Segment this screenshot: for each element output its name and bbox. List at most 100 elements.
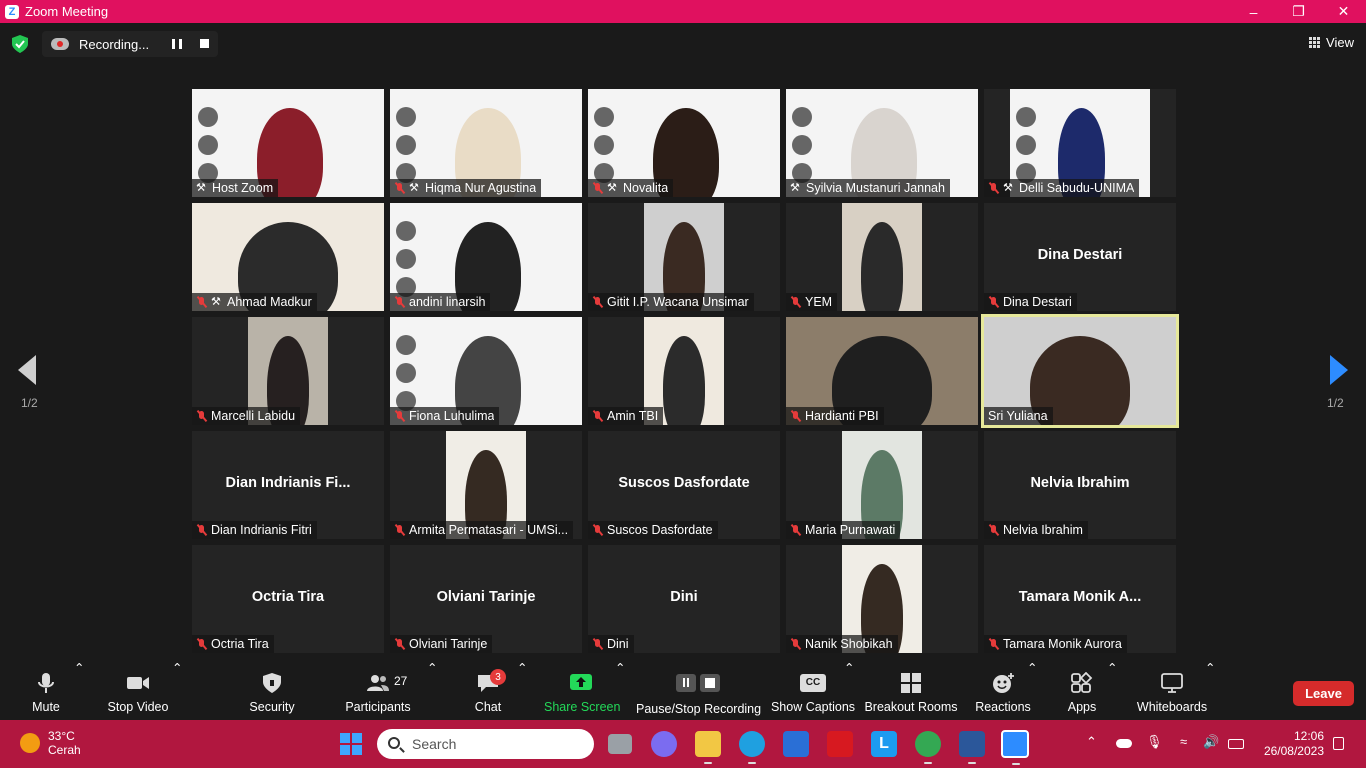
next-page-arrow-icon[interactable]	[1330, 355, 1348, 385]
view-button[interactable]: View	[1309, 35, 1354, 50]
mute-button[interactable]: Mute	[22, 660, 70, 720]
participant-name-bar: Gitit I.P. Wacana Unsimar	[588, 293, 754, 311]
participant-tile[interactable]: Olviani Tarinje Olviani Tarinje	[390, 545, 582, 653]
participant-tile[interactable]: Octria Tira Octria Tira	[192, 545, 384, 653]
muted-microphone-icon	[790, 410, 802, 422]
show-hidden-icons-chevron-icon[interactable]: ⌃	[1086, 734, 1097, 750]
stop-video-button[interactable]: Stop Video	[104, 660, 172, 720]
apps-button[interactable]: Apps	[1062, 660, 1102, 720]
security-shield-icon[interactable]	[12, 35, 28, 53]
participant-display-name: Nelvia Ibrahim	[1030, 475, 1130, 491]
microphone-tray-icon[interactable]: 🎙	[1146, 734, 1163, 750]
participants-button[interactable]: 27 Participants	[343, 660, 413, 720]
participant-name-bar: Amin TBI	[588, 407, 664, 425]
participant-tile[interactable]: Amin TBI	[588, 317, 780, 425]
leave-button[interactable]: Leave	[1293, 681, 1354, 706]
participant-tile[interactable]: ⚒ Host Zoom	[192, 89, 384, 197]
participant-tile[interactable]: Armita Permatasari - UMSi...	[390, 431, 582, 539]
taskbar-search-input[interactable]: Search	[377, 729, 594, 759]
breakout-rooms-button[interactable]: Breakout Rooms	[864, 660, 958, 720]
close-button[interactable]: ✕	[1321, 0, 1366, 23]
chat-options-caret[interactable]: ⌃	[517, 660, 527, 720]
weather-widget[interactable]: 33°C Cerah	[20, 729, 81, 757]
system-clock[interactable]: 12:06 26/08/2023	[1260, 729, 1324, 759]
participants-options-caret[interactable]: ⌃	[427, 660, 437, 720]
participant-tile[interactable]: Hardianti PBI	[786, 317, 978, 425]
participant-tile[interactable]: YEM	[786, 203, 978, 311]
edge-browser-icon[interactable]	[739, 731, 765, 764]
muted-microphone-icon	[196, 410, 208, 422]
windows-taskbar: 33°C Cerah Search L ⌃ 🎙 ≈ 🔊 12:06 26/08/…	[0, 720, 1366, 768]
participant-tile[interactable]: Dian Indrianis Fi... Dian Indrianis Fitri	[192, 431, 384, 539]
audio-options-caret[interactable]: ⌃	[74, 660, 84, 720]
minimize-button[interactable]: –	[1231, 0, 1276, 23]
chat-button[interactable]: Chat	[466, 660, 510, 720]
microsoft-store-icon[interactable]	[783, 731, 809, 757]
windows-start-icon[interactable]	[340, 733, 362, 755]
participant-display-name: Olviani Tarinje	[436, 589, 536, 605]
participant-name: Delli Sabudu-UNIMA	[1019, 181, 1135, 195]
reactions-options-caret[interactable]: ⌃	[1027, 660, 1037, 720]
notifications-icon[interactable]	[1333, 737, 1344, 750]
muted-microphone-icon	[988, 524, 1000, 536]
muted-microphone-icon	[592, 182, 604, 194]
participant-tile[interactable]: Sri Yuliana	[981, 314, 1179, 428]
muted-microphone-icon	[790, 638, 802, 650]
whiteboards-button[interactable]: Whiteboards	[1134, 660, 1210, 720]
zoom-taskbar-icon[interactable]	[1001, 730, 1029, 765]
muted-microphone-icon	[394, 524, 406, 536]
participant-name-bar: ⚒ Hiqma Nur Agustina	[390, 179, 542, 197]
temperature: 33°C	[48, 729, 75, 743]
participant-tile[interactable]: Nelvia Ibrahim Nelvia Ibrahim	[984, 431, 1176, 539]
participant-name-bar: andini linarsih	[390, 293, 491, 311]
mcafee-icon[interactable]	[827, 731, 853, 757]
share-screen-button[interactable]: Share Screen	[544, 660, 620, 720]
muted-microphone-icon	[592, 524, 604, 536]
participant-tile[interactable]: ⚒ Ahmad Madkur	[192, 203, 384, 311]
participant-tile[interactable]: Maria Purnawati	[786, 431, 978, 539]
stop-recording-button[interactable]	[200, 39, 209, 48]
reactions-button[interactable]: Reactions	[973, 660, 1033, 720]
participant-tile[interactable]: ⚒ Syilvia Mustanuri Jannah	[786, 89, 978, 197]
participant-tile[interactable]: Tamara Monik A... Tamara Monik Aurora	[984, 545, 1176, 653]
battery-icon[interactable]	[1228, 739, 1244, 749]
participant-tile[interactable]: Marcelli Labidu	[192, 317, 384, 425]
lenovo-vantage-icon[interactable]: L	[871, 731, 897, 757]
file-explorer-icon[interactable]	[695, 731, 721, 764]
word-icon[interactable]	[959, 731, 985, 764]
pause-stop-recording-button[interactable]: Pause/Stop Recording	[636, 660, 761, 720]
participant-tile[interactable]: ⚒ Novalita	[588, 89, 780, 197]
participant-tile[interactable]: Dini Dini	[588, 545, 780, 653]
security-button[interactable]: Security	[244, 660, 300, 720]
whiteboards-options-caret[interactable]: ⌃	[1205, 660, 1215, 720]
teams-chat-icon[interactable]	[651, 731, 677, 757]
restore-button[interactable]: ❐	[1276, 0, 1321, 23]
participant-name: Novalita	[623, 181, 669, 195]
participant-name-bar: ⚒ Ahmad Madkur	[192, 293, 317, 311]
chrome-browser-icon[interactable]	[915, 731, 941, 764]
video-options-caret[interactable]: ⌃	[172, 660, 182, 720]
previous-page-arrow-icon[interactable]	[18, 355, 36, 385]
share-options-caret[interactable]: ⌃	[615, 660, 625, 720]
participant-tile[interactable]: Dina Destari Dina Destari	[984, 203, 1176, 311]
participant-tile[interactable]: andini linarsih	[390, 203, 582, 311]
participant-name: Hiqma Nur Agustina	[425, 181, 537, 195]
whiteboards-label: Whiteboards	[1136, 700, 1208, 714]
participant-tile[interactable]: Fiona Luhulima	[390, 317, 582, 425]
volume-icon[interactable]: 🔊	[1203, 734, 1219, 750]
captions-options-caret[interactable]: ⌃	[844, 660, 854, 720]
task-view-icon[interactable]	[608, 734, 632, 754]
participant-name: Fiona Luhulima	[409, 409, 495, 423]
participant-tile[interactable]: ⚒ Delli Sabudu-UNIMA	[984, 89, 1176, 197]
participant-tile[interactable]: Suscos Dasfordate Suscos Dasfordate	[588, 431, 780, 539]
participant-tile[interactable]: ⚒ Hiqma Nur Agustina	[390, 89, 582, 197]
video-camera-icon	[127, 677, 149, 689]
pause-recording-button[interactable]	[172, 39, 182, 49]
participant-display-name: Octria Tira	[251, 589, 325, 605]
wifi-icon[interactable]: ≈	[1180, 734, 1187, 749]
onedrive-cloud-icon[interactable]	[1116, 739, 1132, 748]
participant-name: Suscos Dasfordate	[607, 523, 713, 537]
participant-tile[interactable]: Gitit I.P. Wacana Unsimar	[588, 203, 780, 311]
apps-options-caret[interactable]: ⌃	[1107, 660, 1117, 720]
participant-tile[interactable]: Nanik Shobikah	[786, 545, 978, 653]
